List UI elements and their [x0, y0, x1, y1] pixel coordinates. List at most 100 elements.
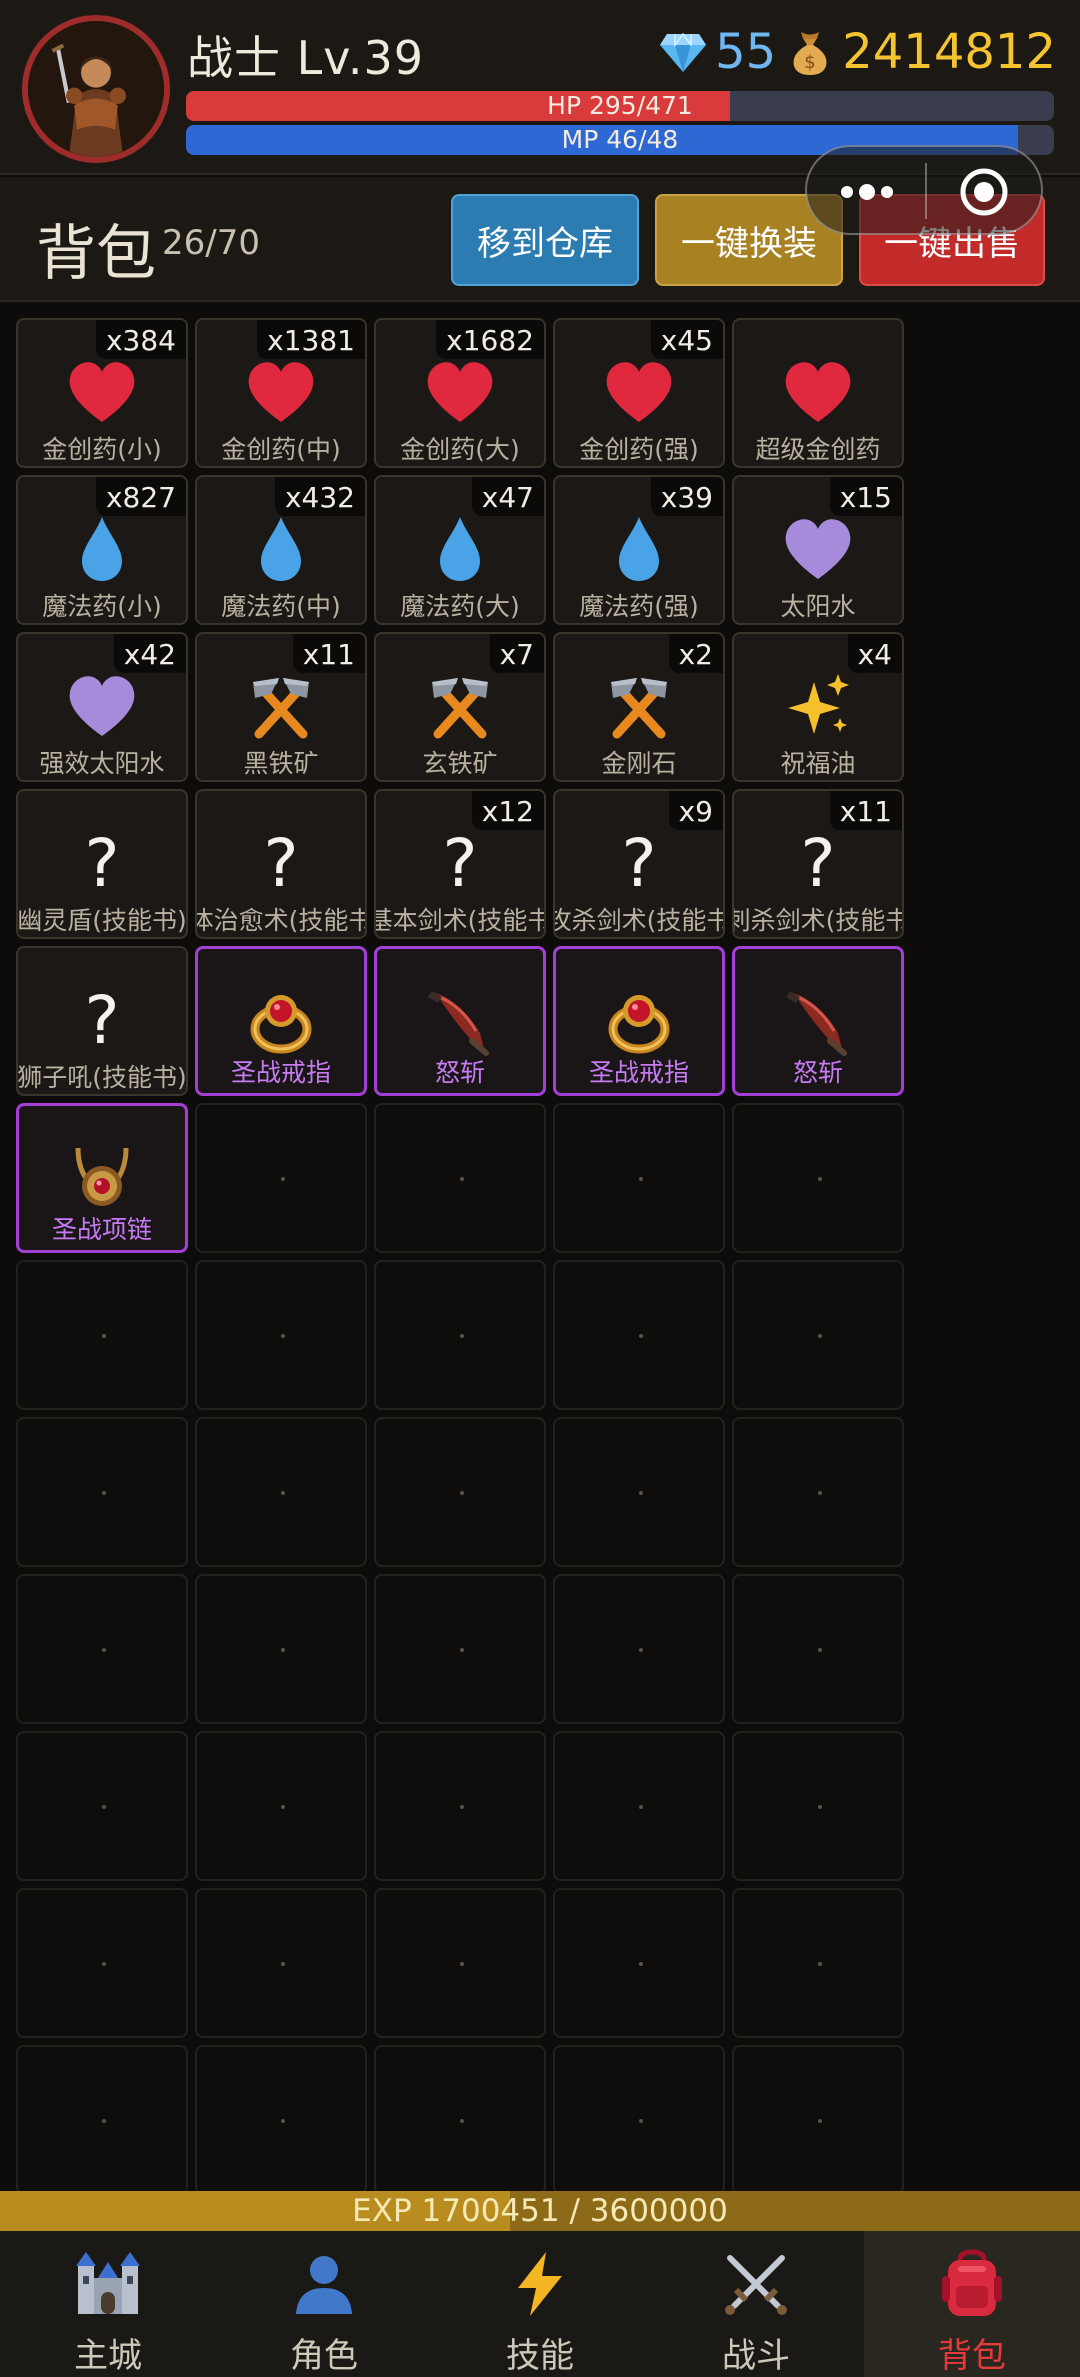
inventory-slot[interactable]: x11 黑铁矿: [195, 632, 367, 782]
item-quantity: x39: [650, 477, 723, 516]
exp-bar: EXP 1700451 / 3600000: [0, 2191, 1080, 2231]
purple-heart-icon: [64, 668, 140, 744]
item-quantity: x7: [489, 634, 544, 673]
question-icon: ?: [601, 825, 677, 902]
inventory-slot[interactable]: x39 魔法药(强): [553, 475, 725, 625]
inventory-slot[interactable]: x432 魔法药(中): [195, 475, 367, 625]
nav-item[interactable]: 角色: [216, 2231, 432, 2377]
inventory-slot[interactable]: 圣战戒指: [195, 946, 367, 1096]
empty-slot[interactable]: [553, 1260, 725, 1410]
inventory-slot[interactable]: x42 强效太阳水: [16, 632, 188, 782]
crossed-hammers-icon: [243, 668, 319, 744]
empty-slot[interactable]: [553, 1417, 725, 1567]
lightning-icon: [501, 2245, 579, 2322]
empty-slot[interactable]: [732, 1574, 904, 1724]
item-quantity: x42: [113, 634, 186, 673]
empty-slot[interactable]: [195, 1260, 367, 1410]
empty-slot[interactable]: [374, 1731, 546, 1881]
inventory-slot[interactable]: 圣战项链: [16, 1103, 188, 1253]
inventory-slot[interactable]: 怒斩: [732, 946, 904, 1096]
inventory-slot[interactable]: ? 体治愈术(技能书: [195, 789, 367, 939]
droplet-icon: [601, 511, 677, 587]
inventory-slot[interactable]: x15 太阳水: [732, 475, 904, 625]
empty-slot[interactable]: [374, 1103, 546, 1253]
inventory-slot[interactable]: x384 金创药(小): [16, 318, 188, 468]
item-name: 圣战项链: [51, 1215, 152, 1244]
empty-slot[interactable]: [16, 1260, 188, 1410]
necklace-icon: [64, 1140, 140, 1216]
empty-slot[interactable]: [195, 1417, 367, 1567]
item-name: 圣战戒指: [230, 1058, 331, 1087]
empty-slot[interactable]: [732, 2045, 904, 2195]
inventory-slot[interactable]: x1682 金创药(大): [374, 318, 546, 468]
empty-slot[interactable]: [16, 2045, 188, 2195]
question-glyph: ?: [800, 824, 836, 902]
question-icon: ?: [422, 825, 498, 902]
inventory-slot[interactable]: ? x11 刺杀剑术(技能书: [732, 789, 904, 939]
empty-slot[interactable]: [195, 2045, 367, 2195]
item-quantity: x47: [471, 477, 544, 516]
empty-slot[interactable]: [16, 1731, 188, 1881]
empty-slot[interactable]: [553, 1574, 725, 1724]
empty-slot[interactable]: [553, 1103, 725, 1253]
nav-item[interactable]: 背包: [864, 2231, 1080, 2377]
empty-slot[interactable]: [553, 1888, 725, 2038]
item-name: 玄铁矿: [422, 749, 498, 778]
item-name: 魔法药(中): [221, 592, 341, 621]
inventory-slot[interactable]: x827 魔法药(小): [16, 475, 188, 625]
empty-slot[interactable]: [374, 1260, 546, 1410]
inventory-slot[interactable]: 怒斩: [374, 946, 546, 1096]
empty-slot[interactable]: [16, 1417, 188, 1567]
nav-item[interactable]: 主城: [0, 2231, 216, 2377]
empty-slot[interactable]: [374, 1574, 546, 1724]
empty-slot[interactable]: [16, 1574, 188, 1724]
empty-slot[interactable]: [732, 1417, 904, 1567]
empty-slot[interactable]: [732, 1731, 904, 1881]
nav-item[interactable]: 技能: [432, 2231, 648, 2377]
inventory-slot[interactable]: x47 魔法药(大): [374, 475, 546, 625]
empty-slot[interactable]: [374, 2045, 546, 2195]
player-avatar[interactable]: [22, 15, 170, 163]
nav-label: 背包: [938, 2336, 1006, 2376]
empty-slot[interactable]: [374, 1888, 546, 2038]
ring-icon: [243, 983, 319, 1059]
castle-icon: [69, 2245, 147, 2322]
inventory-slot[interactable]: 超级金创药: [732, 318, 904, 468]
hp-text: HP 295/471: [547, 91, 693, 120]
inventory-slot[interactable]: x1381 金创药(中): [195, 318, 367, 468]
empty-slot[interactable]: [195, 1888, 367, 2038]
item-name: 魔法药(强): [579, 592, 699, 621]
nav-label: 战斗: [722, 2336, 790, 2376]
more-dots-icon[interactable]: [837, 177, 897, 207]
empty-slot[interactable]: [195, 1731, 367, 1881]
empty-slot[interactable]: [553, 1731, 725, 1881]
item-name: 太阳水: [780, 592, 856, 621]
money-bag-icon: $: [793, 32, 827, 75]
inventory-slot[interactable]: x4 祝福油: [732, 632, 904, 782]
item-name: 圣战戒指: [588, 1058, 689, 1087]
item-name: 怒斩: [792, 1058, 843, 1087]
capsule-divider: [925, 163, 927, 219]
inventory-slot[interactable]: ? 狮子吼(技能书): [16, 946, 188, 1096]
move-to-storage-button[interactable]: 移到仓库: [451, 194, 639, 286]
inventory-slot[interactable]: x7 玄铁矿: [374, 632, 546, 782]
empty-slot[interactable]: [374, 1417, 546, 1567]
empty-slot[interactable]: [732, 1888, 904, 2038]
empty-slot[interactable]: [553, 2045, 725, 2195]
item-quantity: x384: [95, 320, 186, 359]
inventory-slot[interactable]: ? 幽灵盾(技能书): [16, 789, 188, 939]
empty-slot[interactable]: [195, 1574, 367, 1724]
empty-slot[interactable]: [732, 1260, 904, 1410]
inventory-slot[interactable]: 圣战戒指: [553, 946, 725, 1096]
inventory-slot[interactable]: ? x9 攻杀剑术(技能书: [553, 789, 725, 939]
inventory-slot[interactable]: x45 金创药(强): [553, 318, 725, 468]
close-target-icon[interactable]: [959, 167, 1009, 217]
inventory-slot[interactable]: x2 金刚石: [553, 632, 725, 782]
item-name: 金创药(大): [400, 435, 520, 464]
empty-slot[interactable]: [195, 1103, 367, 1253]
empty-slot[interactable]: [732, 1103, 904, 1253]
empty-slot[interactable]: [16, 1888, 188, 2038]
item-name: 攻杀剑术(技能书: [553, 906, 725, 935]
nav-item[interactable]: 战斗: [648, 2231, 864, 2377]
inventory-slot[interactable]: ? x12 基本剑术(技能书: [374, 789, 546, 939]
